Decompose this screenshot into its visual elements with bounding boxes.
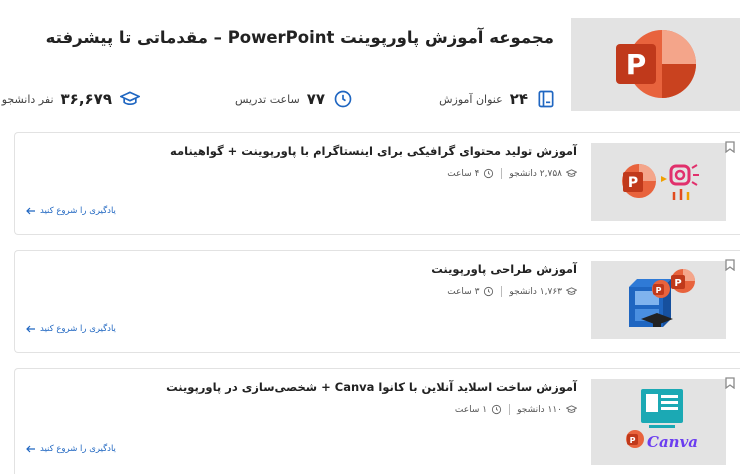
bookmark-icon[interactable]	[725, 138, 735, 154]
course-meta: ۱,۷۶۳ دانشجو ۳ ساعت	[447, 286, 577, 297]
book-icon	[535, 88, 557, 110]
start-learning-link[interactable]: یادگیری را شروع کنید	[26, 324, 116, 334]
instagram-powerpoint-illustration-icon: P	[622, 164, 699, 200]
stat-courses-label: عنوان آموزش	[439, 92, 503, 106]
clock-icon	[483, 286, 494, 297]
start-learning-label: یادگیری را شروع کنید	[40, 324, 116, 334]
clock-icon	[332, 88, 354, 110]
stat-students: ۳۶,۶۷۹ نفر دانشجو	[2, 88, 141, 110]
stat-courses-value: ۲۴	[509, 90, 528, 108]
arrow-left-icon	[26, 207, 35, 215]
course-thumbnail: P	[591, 143, 726, 221]
course-hours: ۳ ساعت	[447, 286, 480, 297]
graduation-cap-icon	[566, 168, 577, 179]
course-meta: ۲,۷۵۸ دانشجو ۴ ساعت	[447, 168, 577, 179]
course-card[interactable]: P آموزش تولید محتوای گرافیکی برای اینستا…	[14, 132, 740, 235]
collection-thumbnail: P	[571, 18, 740, 111]
course-title[interactable]: آموزش ساخت اسلاید آنلاین با کانوا Canva …	[166, 380, 577, 394]
start-learning-label: یادگیری را شروع کنید	[40, 206, 116, 216]
start-learning-link[interactable]: یادگیری را شروع کنید	[26, 206, 116, 216]
clock-icon	[483, 168, 494, 179]
clock-icon	[491, 404, 502, 415]
course-meta: ۱۱۰ دانشجو ۱ ساعت	[455, 404, 577, 415]
course-thumbnail: P Canva	[591, 379, 726, 465]
stat-hours: ۷۷ ساعت تدریس	[235, 88, 354, 110]
bookmark-icon[interactable]	[725, 256, 735, 272]
powerpoint-logo-icon: P	[616, 30, 696, 98]
page-title: مجموعه آموزش پاورپوینت PowerPoint – مقدم…	[45, 28, 554, 47]
course-title[interactable]: آموزش تولید محتوای گرافیکی برای اینستاگر…	[170, 144, 577, 158]
meta-divider	[501, 286, 503, 297]
arrow-left-icon	[26, 445, 35, 453]
svg-text:P: P	[656, 286, 662, 295]
svg-text:P: P	[626, 48, 647, 81]
course-students: ۱۱۰ دانشجو	[517, 404, 562, 415]
meta-divider	[501, 168, 503, 179]
start-learning-link[interactable]: یادگیری را شروع کنید	[26, 444, 116, 454]
course-title[interactable]: آموزش طراحی پاورپوینت	[431, 262, 577, 276]
course-students: ۱,۷۶۳ دانشجو	[509, 286, 562, 297]
course-hours: ۴ ساعت	[447, 168, 480, 179]
canva-powerpoint-illustration-icon: P Canva	[626, 389, 698, 451]
graduation-cap-icon	[119, 88, 141, 110]
stat-students-value: ۳۶,۶۷۹	[60, 90, 112, 108]
start-learning-label: یادگیری را شروع کنید	[40, 444, 116, 454]
svg-text:P: P	[630, 436, 636, 445]
powerpoint-design-illustration-icon: P P	[629, 269, 695, 327]
arrow-left-icon	[26, 325, 35, 333]
course-thumbnail: P P	[591, 261, 726, 339]
svg-text:P: P	[628, 175, 638, 191]
stat-hours-label: ساعت تدریس	[235, 92, 300, 106]
stat-courses: ۲۴ عنوان آموزش	[439, 88, 557, 110]
stat-students-label: نفر دانشجو	[1, 92, 54, 106]
graduation-cap-icon	[566, 286, 577, 297]
course-students: ۲,۷۵۸ دانشجو	[509, 168, 562, 179]
course-hours: ۱ ساعت	[454, 404, 488, 415]
bookmark-icon[interactable]	[725, 374, 735, 390]
meta-divider	[509, 404, 511, 415]
course-card[interactable]: P P آموزش طراحی پاورپوینت ۱,۷۶۳ دانشجو ۳…	[14, 250, 740, 353]
stat-hours-value: ۷۷	[306, 90, 325, 108]
graduation-cap-icon	[566, 404, 577, 415]
course-card[interactable]: P Canva آموزش ساخت اسلاید آنلاین با کانو…	[14, 368, 740, 474]
canva-wordmark: Canva	[647, 433, 698, 451]
svg-text:P: P	[674, 278, 681, 289]
